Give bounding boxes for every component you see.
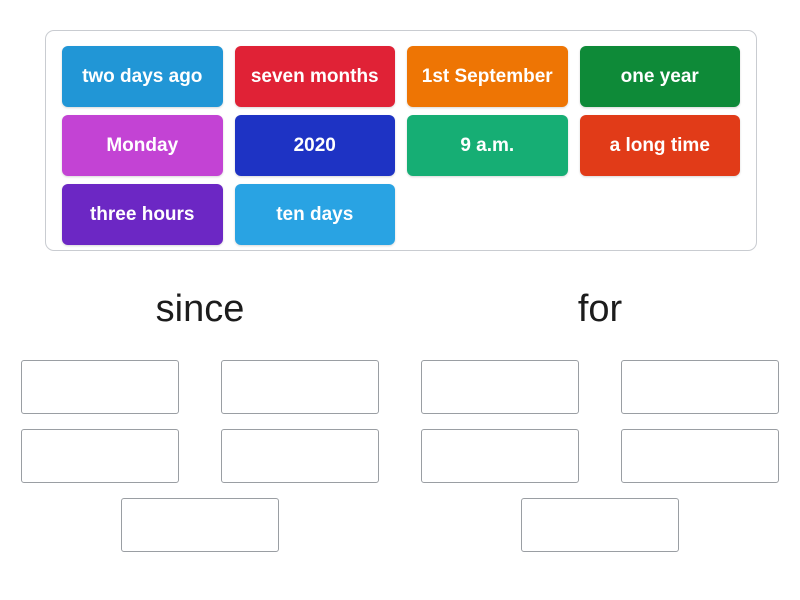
drop-zone-column-since [0, 360, 400, 567]
draggable-word-tile[interactable]: three hours [62, 184, 223, 245]
slot-cell [200, 429, 400, 498]
draggable-word-tile[interactable]: one year [579, 46, 740, 107]
slot-cell [0, 498, 400, 567]
draggable-word-tile[interactable]: seven months [234, 46, 395, 107]
slot-cell [200, 360, 400, 429]
draggable-word-tile[interactable]: 1st September [407, 46, 568, 107]
drop-zone-slot[interactable] [621, 360, 779, 414]
tile-cell: three hours [56, 180, 229, 249]
group-sort-activity: two days ago seven months 1st September one… [0, 0, 800, 600]
slot-cell [0, 429, 200, 498]
tile-cell: 2020 [229, 111, 402, 180]
heading-column: for [400, 288, 800, 332]
tile-cell: 1st September [401, 42, 574, 111]
slot-cell [600, 360, 800, 429]
drop-zone-slot[interactable] [621, 429, 779, 483]
draggable-word-tile[interactable]: a long time [579, 115, 740, 176]
drop-zone-slot[interactable] [21, 360, 179, 414]
drop-zone-slot[interactable] [521, 498, 679, 552]
drop-zone-slot[interactable] [121, 498, 279, 552]
slot-cell [400, 429, 600, 498]
drop-zone-slot[interactable] [421, 429, 579, 483]
tile-cell: Monday [56, 111, 229, 180]
tile-cell: a long time [574, 111, 747, 180]
draggable-word-tile[interactable]: Monday [62, 115, 223, 176]
drop-zone-slot[interactable] [221, 360, 379, 414]
slot-cell [400, 498, 800, 567]
draggable-word-tile[interactable]: ten days [234, 184, 395, 245]
drop-zone-column-for [400, 360, 800, 567]
tile-cell: one year [574, 42, 747, 111]
slot-cell [0, 360, 200, 429]
drop-zone-slot[interactable] [421, 360, 579, 414]
tile-grid: two days ago seven months 1st September one… [56, 42, 747, 245]
tile-cell: ten days [229, 180, 402, 249]
tile-cell: two days ago [56, 42, 229, 111]
category-heading-for: for [577, 288, 623, 330]
draggable-word-tile[interactable]: 2020 [234, 115, 395, 176]
draggable-word-tile[interactable]: two days ago [62, 46, 223, 107]
slot-cell [400, 360, 600, 429]
tile-bank-panel: two days ago seven months 1st September one… [45, 30, 757, 251]
category-headings: since for [0, 288, 800, 332]
drop-zone-slot[interactable] [221, 429, 379, 483]
drop-zone-slot[interactable] [21, 429, 179, 483]
drop-zone-groups [0, 360, 800, 567]
category-heading-since: since [155, 288, 245, 330]
slot-cell [600, 429, 800, 498]
tile-cell: 9 a.m. [401, 111, 574, 180]
tile-cell: seven months [229, 42, 402, 111]
draggable-word-tile[interactable]: 9 a.m. [407, 115, 568, 176]
heading-column: since [0, 288, 400, 332]
